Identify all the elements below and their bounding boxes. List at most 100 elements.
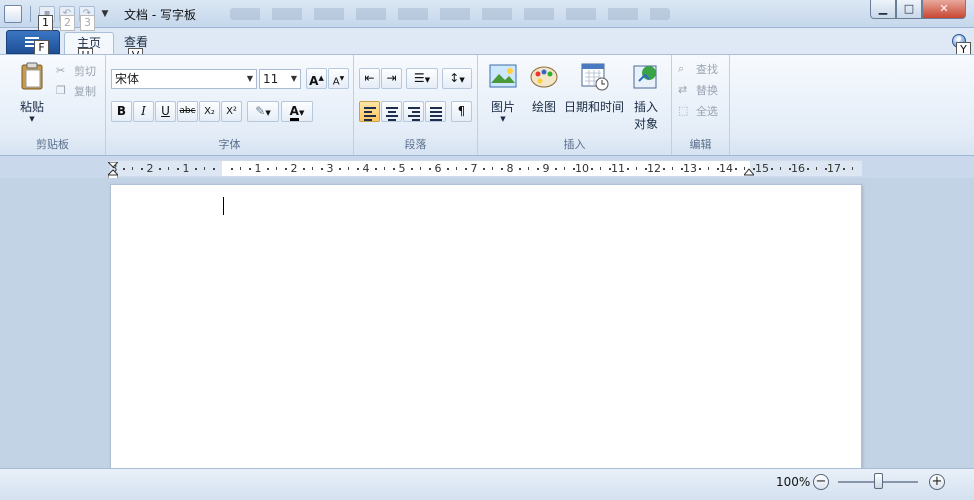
ruler-tick (537, 168, 539, 170)
paragraph-icon: ¶ (457, 104, 466, 118)
zoom-out-button[interactable]: − (813, 474, 829, 490)
font-size-select[interactable]: 11 ▼ (259, 69, 301, 89)
datetime-label: 日期和时间 (564, 100, 625, 114)
ruler-number: 14 (719, 162, 733, 175)
strikethrough-button[interactable]: abc (177, 101, 198, 122)
find-label: 查找 (696, 63, 718, 76)
bullets-button[interactable]: ☰▼ (406, 68, 438, 89)
ruler-tick (375, 168, 377, 170)
ruler-left-margin (110, 161, 222, 176)
insert-group: 图片 ▼ 绘图 日期和时间 插入 对象 插入 (478, 55, 672, 155)
align-center-button[interactable] (381, 101, 402, 122)
replace-button[interactable]: ⇄ 替换 (678, 82, 718, 98)
right-indent-marker-icon[interactable] (744, 166, 754, 176)
ruler-tick (573, 168, 575, 170)
ruler-tick (420, 167, 421, 170)
italic-button[interactable]: I (133, 101, 154, 122)
ruler-tick (807, 168, 809, 170)
ruler-tick (519, 168, 521, 170)
copy-button[interactable]: ❐ 复制 (56, 83, 96, 99)
ruler-tick (204, 167, 205, 170)
ruler-number: 11 (611, 162, 625, 175)
insert-object-button[interactable]: 插入 对象 (626, 61, 666, 132)
ruler-tick (771, 168, 773, 170)
keytip-qat-1: 1 (38, 15, 53, 31)
ruler-number: 10 (575, 162, 589, 175)
ruler-tick (213, 168, 215, 170)
justify-button[interactable] (425, 101, 446, 122)
zoom-in-button[interactable]: + (929, 474, 945, 490)
ruler-number: 3 (326, 162, 334, 175)
date-time-button[interactable]: 日期和时间 (564, 61, 624, 115)
select-all-label: 全选 (696, 105, 718, 118)
maximize-button[interactable]: □ (896, 0, 922, 19)
ruler-tick (681, 168, 683, 170)
line-spacing-button[interactable]: ↕▼ (442, 68, 472, 89)
ruler-number: 15 (755, 162, 769, 175)
find-button[interactable]: ⌕ 查找 (678, 61, 718, 77)
font-family-select[interactable]: 宋体 ▼ (111, 69, 257, 89)
zoom-slider-thumb[interactable] (874, 473, 883, 489)
wordpad-app-icon[interactable] (4, 5, 22, 23)
picture-dropdown-icon[interactable]: ▼ (484, 115, 522, 123)
grow-font-button[interactable]: A▲ (306, 68, 327, 89)
ruler-number: 12 (647, 162, 661, 175)
ruler-tick (240, 167, 241, 170)
text-color-button[interactable]: A▼ (281, 101, 313, 122)
superscript-button[interactable]: X² (221, 101, 242, 122)
font-size-value: 11 (263, 72, 279, 86)
ruler-number: 13 (683, 162, 697, 175)
ruler-tick (249, 168, 251, 170)
editing-group-label: 编辑 (689, 138, 712, 151)
decrease-indent-button[interactable]: ⇤ (359, 68, 380, 89)
highlight-color-button[interactable]: ✎▼ (247, 101, 279, 122)
ruler-tick (501, 168, 503, 170)
picture-icon (489, 64, 517, 88)
ruler-tick (447, 168, 449, 170)
ribbon: 粘贴 ▼ ✂ 剪切 ❐ 复制 剪贴板 宋体 ▼ 11 ▼ A▲ A▼ B I U… (0, 54, 974, 156)
paragraph-group: ⇤ ⇥ ☰▼ ↕▼ ¶ 段落 (354, 55, 478, 155)
ruler-tick (321, 168, 323, 170)
increase-indent-icon: ⇥ (386, 71, 397, 85)
ruler-tick (276, 167, 277, 170)
chevron-down-icon: ▼ (290, 74, 297, 83)
line-spacing-icon: ↕ (449, 71, 460, 85)
ribbon-tab-row: 主页 查看 ? (0, 28, 974, 54)
binoculars-icon: ⌕ (678, 62, 685, 75)
ruler-tick (672, 167, 673, 170)
cut-button[interactable]: ✂ 剪切 (56, 63, 96, 79)
align-right-button[interactable] (403, 101, 424, 122)
font-group-label: 字体 (218, 138, 241, 151)
increase-indent-button[interactable]: ⇥ (381, 68, 402, 89)
app-menu-button[interactable] (6, 30, 60, 54)
ruler-tick (708, 167, 709, 170)
ruler-tick (816, 167, 817, 170)
document-page[interactable] (110, 184, 862, 474)
select-all-button[interactable]: ⬚ 全选 (678, 103, 718, 119)
paint-drawing-button[interactable]: 绘图 (524, 61, 564, 115)
align-left-button[interactable] (359, 101, 380, 122)
object-label-line1: 插入 (633, 100, 658, 114)
status-bar: 100% − + (0, 468, 974, 500)
paragraph-settings-button[interactable]: ¶ (451, 101, 472, 122)
ruler-number: 6 (434, 162, 442, 175)
clipboard-group: 粘贴 ▼ ✂ 剪切 ❐ 复制 剪贴板 (0, 55, 106, 155)
bold-button[interactable]: B (111, 101, 132, 122)
ruler-tick (195, 168, 197, 170)
close-button[interactable]: ✕ (922, 0, 966, 19)
ruler-number: 1 (254, 162, 262, 175)
qat-customize-dropdown-icon[interactable]: ▼ (99, 6, 111, 22)
paste-dropdown-icon[interactable]: ▼ (10, 115, 54, 123)
ruler-tick (825, 168, 827, 170)
ruler-number: 1 (182, 162, 190, 175)
chevron-down-icon: ▼ (246, 74, 253, 83)
minimize-button[interactable]: ▁ (870, 0, 896, 19)
subscript-button[interactable]: X₂ (199, 101, 220, 122)
object-label-line2: 对象 (633, 117, 658, 131)
ruler-tick (465, 168, 467, 170)
shrink-font-button[interactable]: A▼ (328, 68, 349, 89)
insert-picture-button[interactable]: 图片 ▼ (484, 61, 522, 123)
underline-button[interactable]: U (155, 101, 176, 122)
paste-button[interactable]: 粘贴 ▼ (10, 61, 54, 123)
copy-label: 复制 (74, 85, 96, 98)
